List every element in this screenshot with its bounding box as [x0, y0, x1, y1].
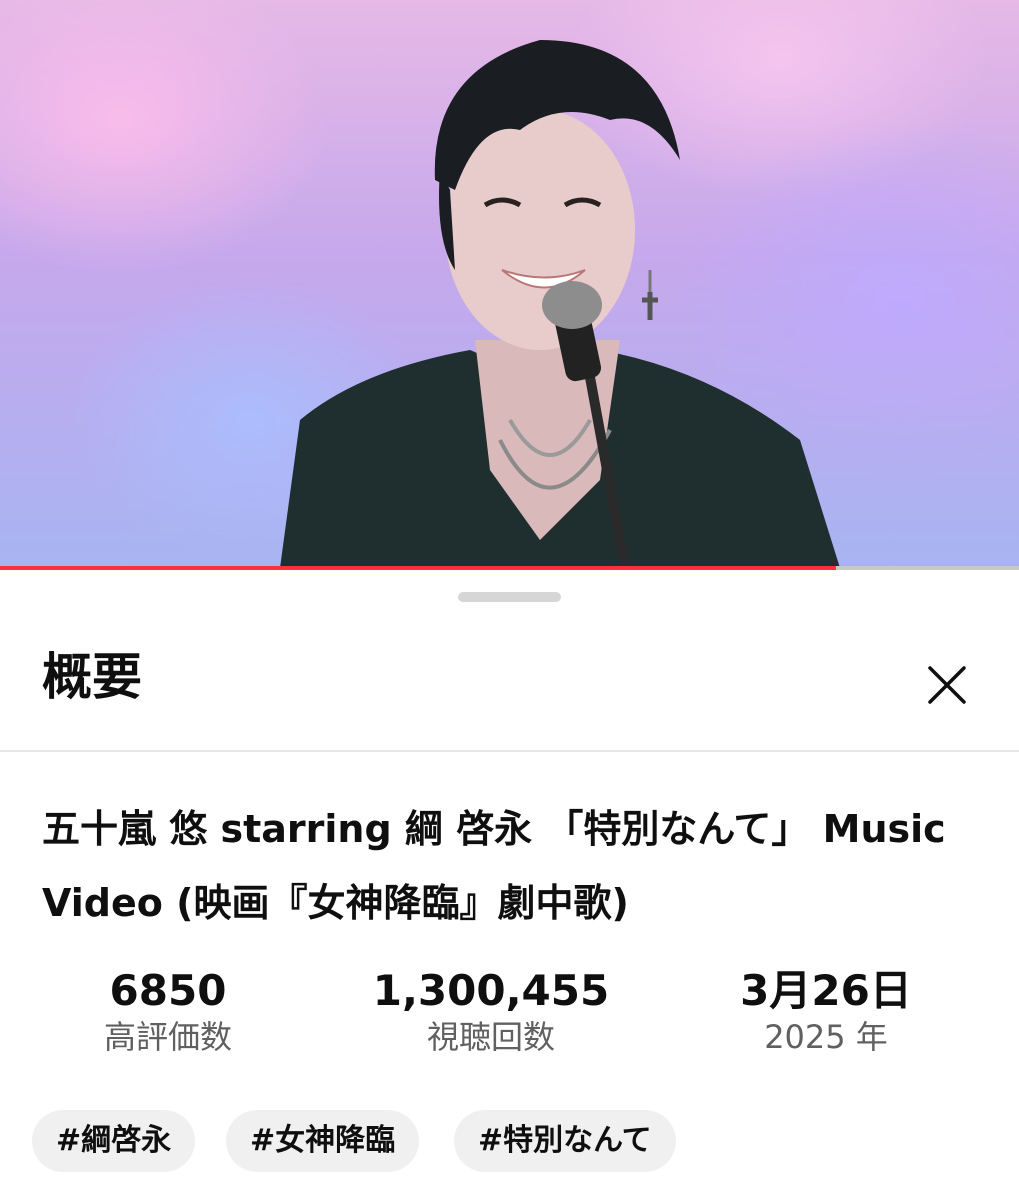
stat-likes: 6850 高評価数 — [18, 966, 318, 1057]
video-frame-performer — [280, 40, 840, 568]
video-player[interactable] — [0, 0, 1019, 568]
description-sheet: 概要 五十嵐 悠 starring 綱 啓永 「特別なんて」 Music Vid… — [0, 570, 1019, 1200]
upload-date: 3月26日 — [740, 966, 912, 1015]
stat-date: 3月26日 2025 年 — [676, 966, 976, 1057]
sheet-drag-handle[interactable] — [458, 592, 561, 602]
likes-count: 6850 — [109, 966, 227, 1015]
upload-year: 2025 年 — [764, 1018, 888, 1057]
hashtag-chip[interactable]: #特別なんて — [454, 1110, 676, 1172]
video-stats: 6850 高評価数 1,300,455 視聴回数 3月26日 2025 年 — [0, 966, 1019, 1078]
hashtag-chip[interactable]: #女神降臨 — [226, 1110, 420, 1172]
video-title: 五十嵐 悠 starring 綱 啓永 「特別なんて」 Music Video … — [42, 807, 946, 925]
views-label: 視聴回数 — [426, 1018, 555, 1057]
likes-label: 高評価数 — [103, 1018, 232, 1057]
sheet-title: 概要 — [42, 648, 142, 706]
close-button[interactable] — [916, 656, 976, 716]
stat-views: 1,300,455 視聴回数 — [341, 966, 641, 1057]
hashtag-chip[interactable]: #綱啓永 — [32, 1110, 196, 1172]
divider — [0, 750, 1019, 752]
views-count: 1,300,455 — [372, 966, 610, 1015]
close-icon — [928, 666, 966, 704]
